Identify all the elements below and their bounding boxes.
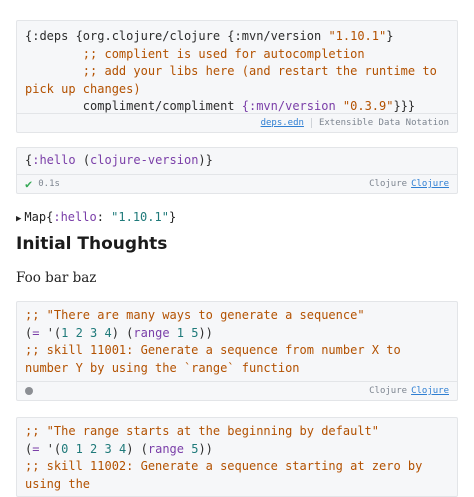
quote-list: '( [39, 325, 62, 340]
paren-brace-close: )} [198, 153, 213, 167]
paragraph-text: Foo bar baz [16, 270, 97, 286]
deps-line-1: {:deps {org.clojure/clojure {:mvn/versio… [25, 29, 329, 43]
range-args: 1 5 [169, 325, 199, 340]
deps-file-link[interactable]: deps.edn [261, 118, 304, 128]
language-link[interactable]: Clojure [411, 386, 449, 396]
deps-cell-footer: deps.edn Extensible Data Notation [17, 113, 457, 132]
paren-mid: ) ( [111, 325, 134, 340]
range-fn: range [147, 441, 184, 456]
deps-comment-2: ;; add your libs here (and restart the r… [25, 64, 445, 96]
range-code[interactable]: ;; "The range starts at the beginning by… [17, 418, 457, 493]
deps-lib-key: {:mvn/version [241, 99, 343, 113]
hello-keyword: :hello [32, 153, 76, 167]
footer-divider [310, 118, 312, 128]
quote-list: '( [39, 441, 62, 456]
paren-mid: ) ( [126, 441, 148, 456]
hello-cell-footer: ✔ 0.1s Clojure Clojure [17, 174, 457, 193]
deps-format-label: Extensible Data Notation [318, 118, 449, 128]
list-numbers: 1 2 3 4 [61, 325, 112, 340]
result-brace-close: } [168, 210, 177, 224]
language-label: Clojure [369, 386, 408, 396]
range-comment-1: ;; "The range starts at the beginning by… [25, 424, 380, 438]
range-args: 5 [184, 441, 199, 456]
range-fn: range [133, 325, 170, 340]
paren-close: )) [198, 441, 213, 456]
clojure-version-fn: clojure-version [90, 153, 199, 167]
idle-status-dot-icon [25, 387, 33, 395]
seq-comment-1: ;; "There are many ways to generate a se… [25, 308, 365, 322]
list-numbers: 0 1 2 3 4 [61, 441, 127, 456]
hello-result[interactable]: ▶ Map{:hello: "1.10.1"} [16, 209, 176, 229]
language-label: Clojure [369, 179, 408, 189]
sequence-code-cell[interactable]: ;; "There are many ways to generate a se… [16, 301, 458, 401]
deps-code-cell[interactable]: {:deps {org.clojure/clojure {:mvn/versio… [16, 20, 458, 133]
result-type: Map [24, 210, 47, 224]
sequence-code[interactable]: ;; "There are many ways to generate a se… [17, 302, 457, 377]
deps-code[interactable]: {:deps {org.clojure/clojure {:mvn/versio… [17, 21, 457, 116]
hello-code-cell[interactable]: {:hello (clojure-version)} ✔ 0.1s Clojur… [16, 147, 458, 194]
result-value: "1.10.1" [111, 210, 169, 224]
section-heading: Initial Thoughts [16, 234, 168, 254]
clojure-version-string: "1.10.1" [328, 29, 387, 43]
range-comment-skill: ;; skill 11002: Generate a sequence star… [25, 459, 430, 491]
result-key: :hello [53, 210, 97, 224]
sequence-cell-footer: Clojure Clojure [17, 381, 457, 400]
success-check-icon: ✔ [25, 177, 33, 191]
expand-triangle-icon[interactable]: ▶ [16, 214, 21, 224]
result-separator: : [96, 210, 112, 224]
deps-lib-name: compliment/compliment [25, 99, 242, 113]
deps-line-1-close: } [386, 29, 394, 43]
compliment-version-string: "0.3.9" [342, 99, 394, 113]
seq-comment-skill: ;; skill 11001: Generate a sequence from… [25, 343, 408, 375]
deps-comment-1: ;; complient is used for autocompletion [25, 46, 365, 61]
deps-lib-close: }}} [393, 99, 416, 113]
paren-open: ( [75, 153, 91, 167]
language-link[interactable]: Clojure [411, 179, 449, 189]
paren-close: )) [198, 325, 213, 340]
range-code-cell[interactable]: ;; "The range starts at the beginning by… [16, 417, 458, 497]
eval-time: 0.1s [38, 179, 60, 189]
hello-code[interactable]: {:hello (clojure-version)} [17, 148, 457, 170]
